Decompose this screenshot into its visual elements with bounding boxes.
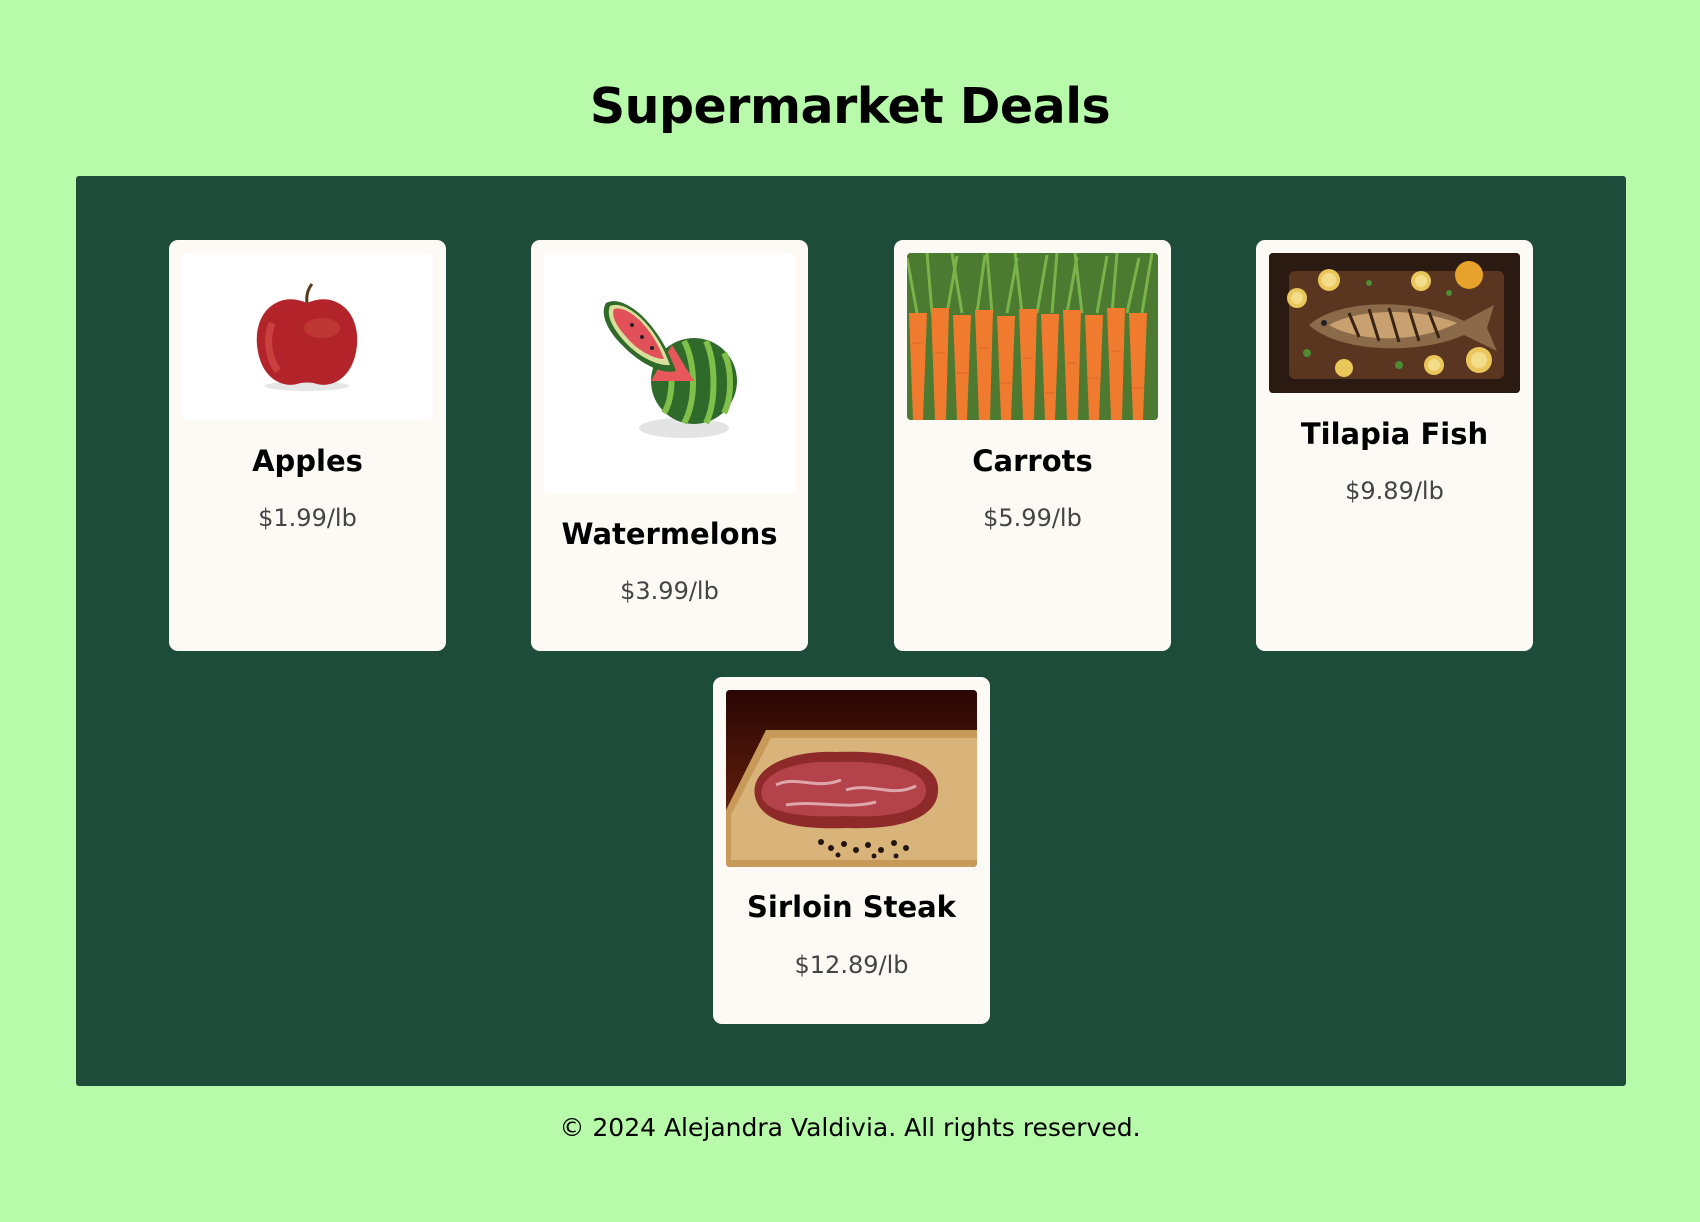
product-price: $9.89/lb bbox=[1345, 477, 1444, 505]
product-card-carrots[interactable]: Carrots $5.99/lb bbox=[894, 240, 1171, 651]
footer-copyright: © 2024 Alejandra Valdivia. All rights re… bbox=[559, 1113, 1141, 1142]
product-price: $12.89/lb bbox=[794, 951, 909, 979]
watermelon-icon bbox=[603, 301, 737, 438]
product-card-apples[interactable]: Apples $1.99/lb bbox=[169, 240, 446, 651]
fish-image bbox=[1269, 253, 1520, 393]
fish-icon bbox=[1269, 253, 1520, 393]
product-name: Watermelons bbox=[561, 517, 778, 551]
product-card-watermelons[interactable]: Watermelons $3.99/lb bbox=[531, 240, 808, 651]
apple-icon bbox=[256, 283, 358, 391]
product-name: Carrots bbox=[972, 444, 1093, 478]
product-name: Apples bbox=[252, 444, 363, 478]
watermelon-image bbox=[544, 253, 795, 493]
carrots-icon bbox=[907, 253, 1158, 420]
product-price: $3.99/lb bbox=[620, 577, 719, 605]
product-price: $5.99/lb bbox=[983, 504, 1082, 532]
product-card-sirloin-steak[interactable]: Sirloin Steak $12.89/lb bbox=[713, 677, 990, 1024]
deals-panel: Apples $1.99/lb Watermelons $3.99/lb Car… bbox=[76, 176, 1626, 1086]
product-price: $1.99/lb bbox=[258, 504, 357, 532]
carrots-image bbox=[907, 253, 1158, 420]
product-card-tilapia-fish[interactable]: Tilapia Fish $9.89/lb bbox=[1256, 240, 1533, 651]
page-title: Supermarket Deals bbox=[589, 78, 1111, 135]
product-name: Sirloin Steak bbox=[747, 890, 956, 924]
product-name: Tilapia Fish bbox=[1300, 417, 1489, 451]
steak-image bbox=[726, 690, 977, 867]
apple-image bbox=[182, 253, 433, 420]
steak-icon bbox=[726, 690, 977, 867]
